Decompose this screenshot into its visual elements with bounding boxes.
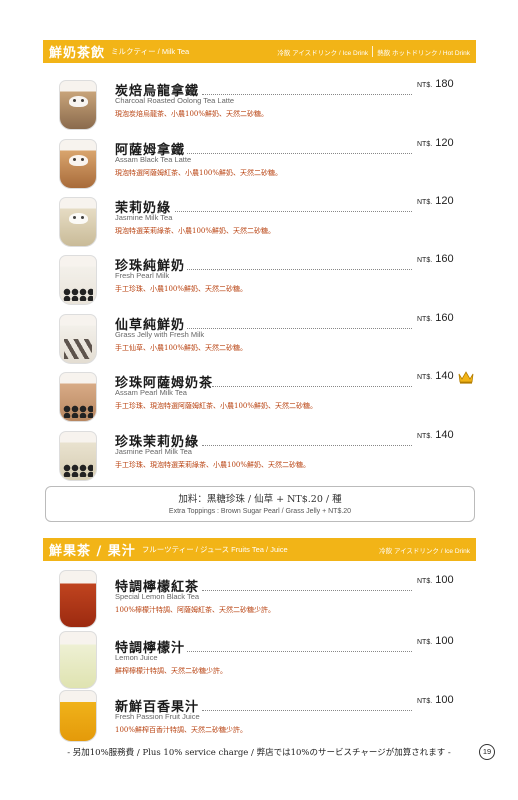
section-subtitle: フルーツティー / ジュース Fruits Tea / Juice (141, 545, 288, 554)
item-price: NT$. 100 (417, 635, 454, 647)
item-description: 現泡炭焙烏龍茶、小農100%鮮奶、天然二砂糖。 (115, 110, 269, 118)
drink-photo (59, 255, 97, 305)
menu-item: 特調檸檬汁 NT$. 100 Lemon Juice 鮮榨檸檬汁特調、天然二砂糖… (57, 631, 477, 689)
section-subtitle: ミルクティー / Milk Tea (111, 47, 190, 56)
menu-item: 珍珠純鮮奶 NT$. 160 Fresh Pearl Milk 手工珍珠、小農1… (57, 251, 477, 307)
menu-item: 仙草純鮮奶 NT$. 160 Grass Jelly with Fresh Mi… (57, 310, 477, 366)
item-price: NT$. 120 (417, 137, 454, 149)
item-english-name: Lemon Juice (115, 653, 158, 662)
item-description: 100%檸檬汁特調、阿薩姆紅茶、天然二砂糖少許。 (115, 606, 276, 614)
menu-item: 珍珠阿薩姆奶茶 NT$. 140 Assam Pearl Milk Tea 手工… (57, 368, 477, 424)
drink-photo (59, 570, 97, 628)
item-description: 手工珍珠、小農100%鮮奶、天然二砂糖。 (115, 285, 248, 293)
menu-item: 茉莉奶綠 NT$. 120 Jasmine Milk Tea 現泡特選茉莉綠茶、… (57, 193, 477, 249)
menu-item: 特調檸檬紅茶 NT$. 100 Special Lemon Black Tea … (57, 570, 477, 628)
item-english-name: Jasmine Pearl Milk Tea (115, 447, 192, 456)
item-price: NT$. 140 (417, 429, 454, 441)
drink-photo (59, 372, 97, 422)
item-description: 手工仙草、小農100%鮮奶、天然二砂糖。 (115, 344, 248, 352)
extra-toppings-box: 加料：黑糖珍珠 / 仙草 + NT$.20 / 種 Extra Toppings… (45, 486, 475, 522)
item-price: NT$. 140 (417, 370, 454, 382)
page-number: 19 (479, 744, 495, 760)
section-header-fruit-tea: 鮮果茶 / 果汁 フルーツティー / ジュース Fruits Tea / Jui… (43, 538, 476, 561)
item-price: NT$. 160 (417, 312, 454, 324)
item-english-name: Fresh Passion Fruit Juice (115, 712, 200, 721)
divider (372, 46, 374, 57)
item-english-name: Assam Black Tea Latte (115, 155, 192, 164)
item-english-name: Fresh Pearl Milk (115, 271, 170, 280)
item-price: NT$. 120 (417, 195, 454, 207)
drink-photo (59, 431, 97, 481)
drink-photo (59, 80, 97, 130)
cold-drink-label: 冷飲 アイスドリンク / Ice Drink (277, 49, 369, 57)
item-english-name: Grass Jelly with Fresh Milk (115, 330, 205, 339)
item-english-name: Special Lemon Black Tea (115, 592, 200, 601)
menu-item: 阿薩姆拿鐵 NT$. 120 Assam Black Tea Latte 現泡特… (57, 135, 477, 191)
drink-photo (59, 631, 97, 689)
item-english-name: Assam Pearl Milk Tea (115, 388, 187, 397)
menu-item: 珍珠茉莉奶綠 NT$. 140 Jasmine Pearl Milk Tea 手… (57, 427, 477, 483)
toppings-chinese: 加料：黑糖珍珠 / 仙草 + NT$.20 / 種 (178, 494, 342, 505)
menu-item: 炭焙烏龍拿鐵 NT$. 180 Charcoal Roasted Oolong … (57, 76, 477, 132)
item-english-name: Charcoal Roasted Oolong Tea Latte (115, 96, 235, 105)
item-description: 手工珍珠、現泡特選阿薩姆紅茶、小農100%鮮奶、天然二砂糖。 (115, 402, 318, 410)
item-description: 現泡特選茉莉綠茶、小農100%鮮奶、天然二砂糖。 (115, 227, 276, 235)
menu-item: 新鮮百香果汁 NT$. 100 Fresh Passion Fruit Juic… (57, 690, 477, 748)
item-price: NT$. 160 (417, 253, 454, 265)
drink-photo (59, 197, 97, 247)
item-description: 現泡特選阿薩姆紅茶、小農100%鮮奶、天然二砂糖。 (115, 169, 283, 177)
drink-photo (59, 690, 97, 742)
hot-drink-label: 熱飲 ホットドリンク / Hot Drink (377, 49, 470, 57)
section-title: 鮮奶茶飲 (49, 46, 106, 61)
item-description: 手工珍珠、現泡特選茉莉綠茶、小農100%鮮奶、天然二砂糖。 (115, 461, 311, 469)
item-price: NT$. 100 (417, 574, 454, 586)
service-charge-note: - 另加10%服務費 / Plus 10% service charge / 弊… (67, 748, 451, 758)
section-title: 鮮果茶 / 果汁 (49, 544, 136, 559)
crown-icon (458, 371, 474, 384)
cold-drink-label: 冷飲 アイスドリンク / Ice Drink (379, 547, 470, 555)
item-description: 100%鮮榨百香汁特調、天然二砂糖少許。 (115, 726, 248, 734)
drink-photo (59, 139, 97, 189)
section-header-milk-tea: 鮮奶茶飲 ミルクティー / Milk Tea 冷飲 アイスドリンク / Ice … (43, 40, 476, 63)
toppings-english: Extra Toppings : Brown Sugar Pearl / Gra… (168, 508, 352, 515)
item-description: 鮮榨檸檬汁特調、天然二砂糖少許。 (115, 667, 227, 675)
item-price: NT$. 100 (417, 694, 454, 706)
item-price: NT$. 180 (417, 78, 454, 90)
item-english-name: Jasmine Milk Tea (115, 213, 173, 222)
drink-photo (59, 314, 97, 364)
